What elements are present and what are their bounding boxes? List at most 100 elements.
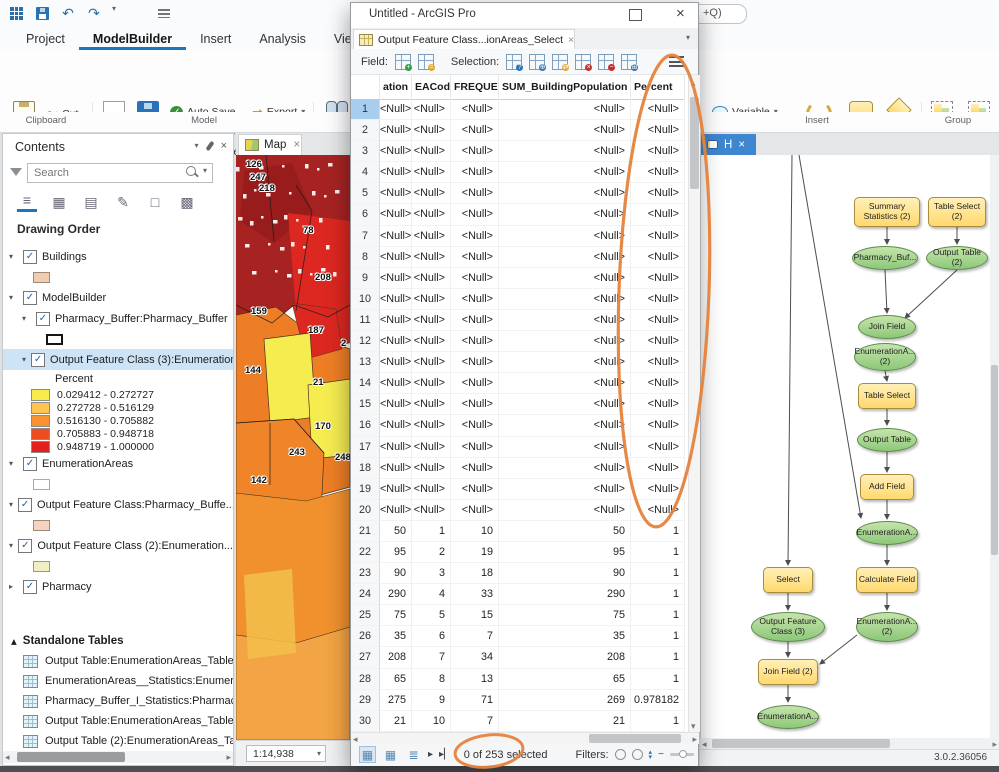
model-vscrollbar[interactable] [990, 155, 999, 738]
scroll-down-icon[interactable]: ▾ [691, 720, 696, 732]
row-number[interactable]: 18 [351, 457, 380, 479]
filter-toggle-icon[interactable] [614, 749, 626, 760]
row-number[interactable]: 25 [351, 605, 380, 627]
model-tool-node[interactable]: Summary Statistics (2) [854, 197, 920, 227]
table-row[interactable]: 6 <Null> <Null> <Null> <Null> <Null> [351, 204, 688, 226]
table-row[interactable]: 8 <Null> <Null> <Null> <Null> <Null> [351, 246, 688, 268]
table-row[interactable]: 15 <Null> <Null> <Null> <Null> <Null> [351, 394, 688, 416]
scroll-right-icon[interactable]: ▸ [226, 751, 231, 763]
model-data-node[interactable]: Join Field [858, 315, 916, 339]
row-number[interactable]: 5 [351, 183, 380, 205]
close-table-tab-icon[interactable]: × [568, 34, 574, 46]
row-number[interactable]: 3 [351, 141, 380, 163]
delete-selection-icon[interactable]: − [598, 53, 616, 71]
row-number[interactable]: 14 [351, 373, 380, 395]
standalone-arrow-icon[interactable]: ▴ [11, 634, 17, 648]
close-contents-icon[interactable]: × [221, 140, 227, 152]
close-model-tab-icon[interactable]: × [738, 139, 745, 151]
tab-insert[interactable]: Insert [186, 29, 245, 50]
clear-selection-icon[interactable]: × [575, 53, 593, 71]
expand-icon[interactable]: ▾ [9, 500, 13, 509]
model-data-node[interactable]: EnumerationA... (2) [856, 612, 918, 642]
layer-item[interactable]: ▾ ✓ Output Feature Class (3):Enumeration..… [3, 349, 233, 370]
chevron-down-icon[interactable]: ▾ [112, 5, 128, 21]
layer-checkbox[interactable]: ✓ [36, 311, 50, 326]
show-selected-records-icon[interactable]: ▦ [382, 746, 399, 763]
standalone-table-item[interactable]: EnumerationAreas__Statistics:Enumerat... [23, 671, 233, 691]
table-row[interactable]: 3 <Null> <Null> <Null> <Null> <Null> [351, 141, 688, 163]
row-number[interactable]: 17 [351, 436, 380, 458]
table-row[interactable]: 1 <Null> <Null> <Null> <Null> <Null> [351, 99, 688, 121]
model-hscrollbar[interactable]: ◂ ▸ [700, 738, 999, 749]
table-row[interactable]: 26 35 6 7 35 1 [351, 626, 688, 648]
redo-icon[interactable]: ↷ [86, 5, 102, 21]
tab-list-chevron-icon[interactable]: ▾ [686, 34, 690, 42]
tab-model-view[interactable]: H × [701, 134, 756, 155]
list-by-drawing-order-icon[interactable]: ≡ [17, 192, 37, 212]
row-number[interactable]: 21 [351, 520, 380, 542]
table-menu-icon[interactable] [669, 56, 684, 67]
layer-item[interactable]: ▾ ✓ EnumerationAreas [3, 453, 233, 474]
zoom-out-icon[interactable]: − [658, 749, 664, 760]
standalone-tables-heading[interactable]: ▴ Standalone Tables [11, 631, 233, 651]
column-header[interactable]: FREQUENCY [451, 75, 499, 99]
layer-item[interactable]: ▾ ✓ ModelBuilder [3, 287, 233, 308]
expand-icon[interactable]: ▾ [9, 252, 18, 261]
table-row[interactable]: 9 <Null> <Null> <Null> <Null> <Null> [351, 267, 688, 289]
list-by-editing-icon[interactable]: ✎ [113, 194, 133, 211]
layer-item[interactable]: ▾ ✓ Output Feature Class (2):Enumeration..… [3, 535, 233, 556]
tab-analysis[interactable]: Analysis [245, 29, 320, 50]
table-row[interactable]: 22 95 2 19 95 1 [351, 541, 688, 564]
expand-icon[interactable]: ▸ [9, 582, 18, 591]
row-number[interactable]: 23 [351, 563, 380, 585]
expand-icon[interactable]: ▾ [22, 355, 26, 364]
table-row[interactable]: 27 208 7 34 208 1 [351, 647, 688, 669]
undo-icon[interactable]: ↶ [60, 5, 76, 21]
row-number[interactable]: 11 [351, 309, 380, 332]
table-vscrollbar[interactable]: ▴ ▾ [688, 75, 700, 732]
row-number[interactable]: 19 [351, 478, 380, 500]
sort-icon[interactable]: ▴ ▾ [649, 749, 653, 761]
row-number[interactable]: 24 [351, 584, 380, 606]
row-number[interactable]: 2 [351, 120, 380, 142]
scroll-left-icon[interactable]: ◂ [5, 751, 10, 763]
table-row[interactable]: 7 <Null> <Null> <Null> <Null> <Null> [351, 225, 688, 247]
layer-checkbox[interactable]: ✓ [18, 538, 33, 553]
table-row[interactable]: 28 65 8 13 65 1 [351, 668, 688, 690]
table-row[interactable]: 16 <Null> <Null> <Null> <Null> <Null> [351, 415, 688, 437]
column-header[interactable]: SUM_BuildingPopulation [499, 75, 631, 99]
pin-icon[interactable] [205, 140, 215, 152]
layer-checkbox[interactable]: ✓ [23, 579, 37, 594]
calculate-field-icon[interactable]: = [417, 53, 435, 71]
map-view[interactable]: 126 247 218 78 208 159 187 2 144 21 170 243 248 142 [236, 155, 350, 740]
scrollbar-thumb[interactable] [712, 739, 890, 748]
row-number[interactable]: 6 [351, 204, 380, 226]
tab-attribute-table[interactable]: Output Feature Class...ionAreas_Select × [353, 29, 575, 49]
layer-checkbox[interactable]: ✓ [23, 456, 37, 471]
row-number[interactable]: 20 [351, 499, 380, 521]
row-number[interactable]: 27 [351, 647, 380, 669]
layer-checkbox[interactable]: ✓ [18, 497, 33, 512]
model-tool-node[interactable]: Table Select [858, 383, 916, 409]
table-row[interactable]: 18 <Null> <Null> <Null> <Null> <Null> [351, 457, 688, 479]
column-header[interactable]: EACode [412, 75, 451, 99]
model-tool-node[interactable]: Select [763, 567, 813, 593]
zoom-to-selection-icon[interactable]: ⊕ [529, 53, 547, 71]
layer-checkbox[interactable]: ✓ [23, 249, 37, 264]
column-header[interactable]: Percent [631, 75, 685, 99]
filter-options-icon[interactable] [631, 749, 643, 760]
contents-menu-icon[interactable]: ▾ [195, 142, 199, 150]
model-tool-node[interactable]: Add Field [860, 474, 914, 500]
app-menu-icon[interactable] [8, 5, 24, 21]
model-tool-node[interactable]: Calculate Field [856, 567, 918, 593]
scrollbar-thumb[interactable] [589, 734, 681, 743]
select-by-attributes-icon[interactable]: ? [506, 53, 524, 71]
layer-checkbox[interactable]: ✓ [23, 290, 37, 305]
search-icon[interactable] [185, 166, 196, 176]
scrollbar-thumb[interactable] [690, 97, 699, 189]
list-by-selection-icon[interactable]: ▤ [81, 194, 101, 211]
table-row[interactable]: 13 <Null> <Null> <Null> <Null> <Null> [351, 352, 688, 374]
model-data-node[interactable]: Output Table [857, 428, 917, 452]
model-tool-node[interactable]: Join Field (2) [758, 659, 818, 685]
table-row[interactable]: 10 <Null> <Null> <Null> <Null> <Null> [351, 288, 688, 310]
